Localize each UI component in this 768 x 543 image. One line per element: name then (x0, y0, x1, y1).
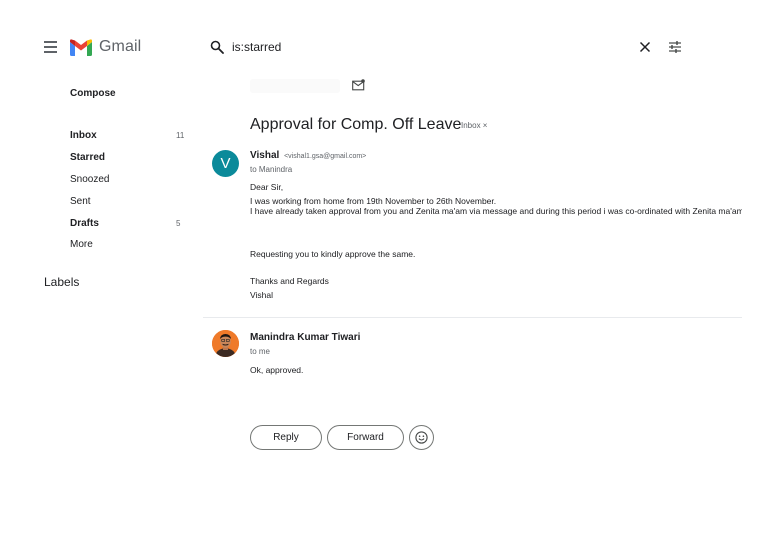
avatar[interactable]: V (212, 150, 239, 177)
email-greeting: Dear Sir, (250, 182, 284, 192)
reply-label: Reply (273, 432, 299, 443)
sidebar-item-drafts[interactable]: Drafts (70, 218, 99, 229)
email-body-line: Requesting you to kindly approve the sam… (250, 249, 416, 259)
recipient-line[interactable]: to Manindra (250, 165, 292, 174)
email-signature: Vishal (250, 290, 273, 300)
forward-button[interactable]: Forward (327, 425, 404, 450)
sidebar-item-starred[interactable]: Starred (70, 152, 105, 163)
search-input[interactable] (232, 40, 612, 54)
forward-label: Forward (347, 432, 384, 443)
clear-icon[interactable] (639, 41, 651, 53)
drafts-count: 5 (176, 219, 181, 228)
emoji-icon (415, 431, 428, 444)
email-body-line: I have already taken approval from you a… (250, 206, 742, 216)
emoji-reaction-button[interactable] (409, 425, 434, 450)
compose-button[interactable]: Compose (70, 88, 116, 99)
search-icon[interactable] (210, 40, 224, 54)
avatar[interactable] (212, 330, 239, 357)
profile-photo-icon (212, 330, 239, 357)
sender-email: <vishal1.gsa@gmail.com> (284, 153, 367, 160)
email-subject: Approval for Comp. Off Leave (250, 116, 462, 133)
gmail-logo-icon (70, 38, 92, 56)
menu-icon[interactable] (44, 41, 57, 53)
sender-name: Vishal (250, 150, 280, 161)
labels-heading: Labels (44, 275, 80, 289)
email-body-line: Ok, approved. (250, 365, 304, 375)
gmail-logo[interactable]: Gmail (70, 38, 141, 56)
app-name: Gmail (99, 38, 142, 55)
tune-icon[interactable] (668, 40, 682, 54)
sender-info[interactable]: Vishal <vishal1.gsa@gmail.com> (250, 150, 366, 161)
sidebar-item-more[interactable]: More (70, 239, 93, 250)
recipient-line[interactable]: to me (250, 347, 270, 356)
email-body-line: I was working from home from 19th Novemb… (250, 196, 497, 206)
message-divider (203, 317, 742, 318)
reply-button[interactable]: Reply (250, 425, 322, 450)
search-bar[interactable] (207, 36, 697, 58)
toolbar-placeholder (250, 79, 340, 93)
inbox-label-badge[interactable]: Inbox × (461, 121, 487, 130)
sidebar-item-sent[interactable]: Sent (70, 196, 91, 207)
sidebar-item-snoozed[interactable]: Snoozed (70, 174, 109, 185)
sender-name[interactable]: Manindra Kumar Tiwari (250, 332, 360, 343)
email-signoff: Thanks and Regards (250, 276, 329, 286)
sidebar-item-inbox[interactable]: Inbox (70, 130, 97, 141)
inbox-count: 11 (176, 131, 185, 140)
mark-unread-icon[interactable] (352, 79, 365, 91)
email-body-clip: I have already taken approval from you a… (250, 206, 742, 220)
